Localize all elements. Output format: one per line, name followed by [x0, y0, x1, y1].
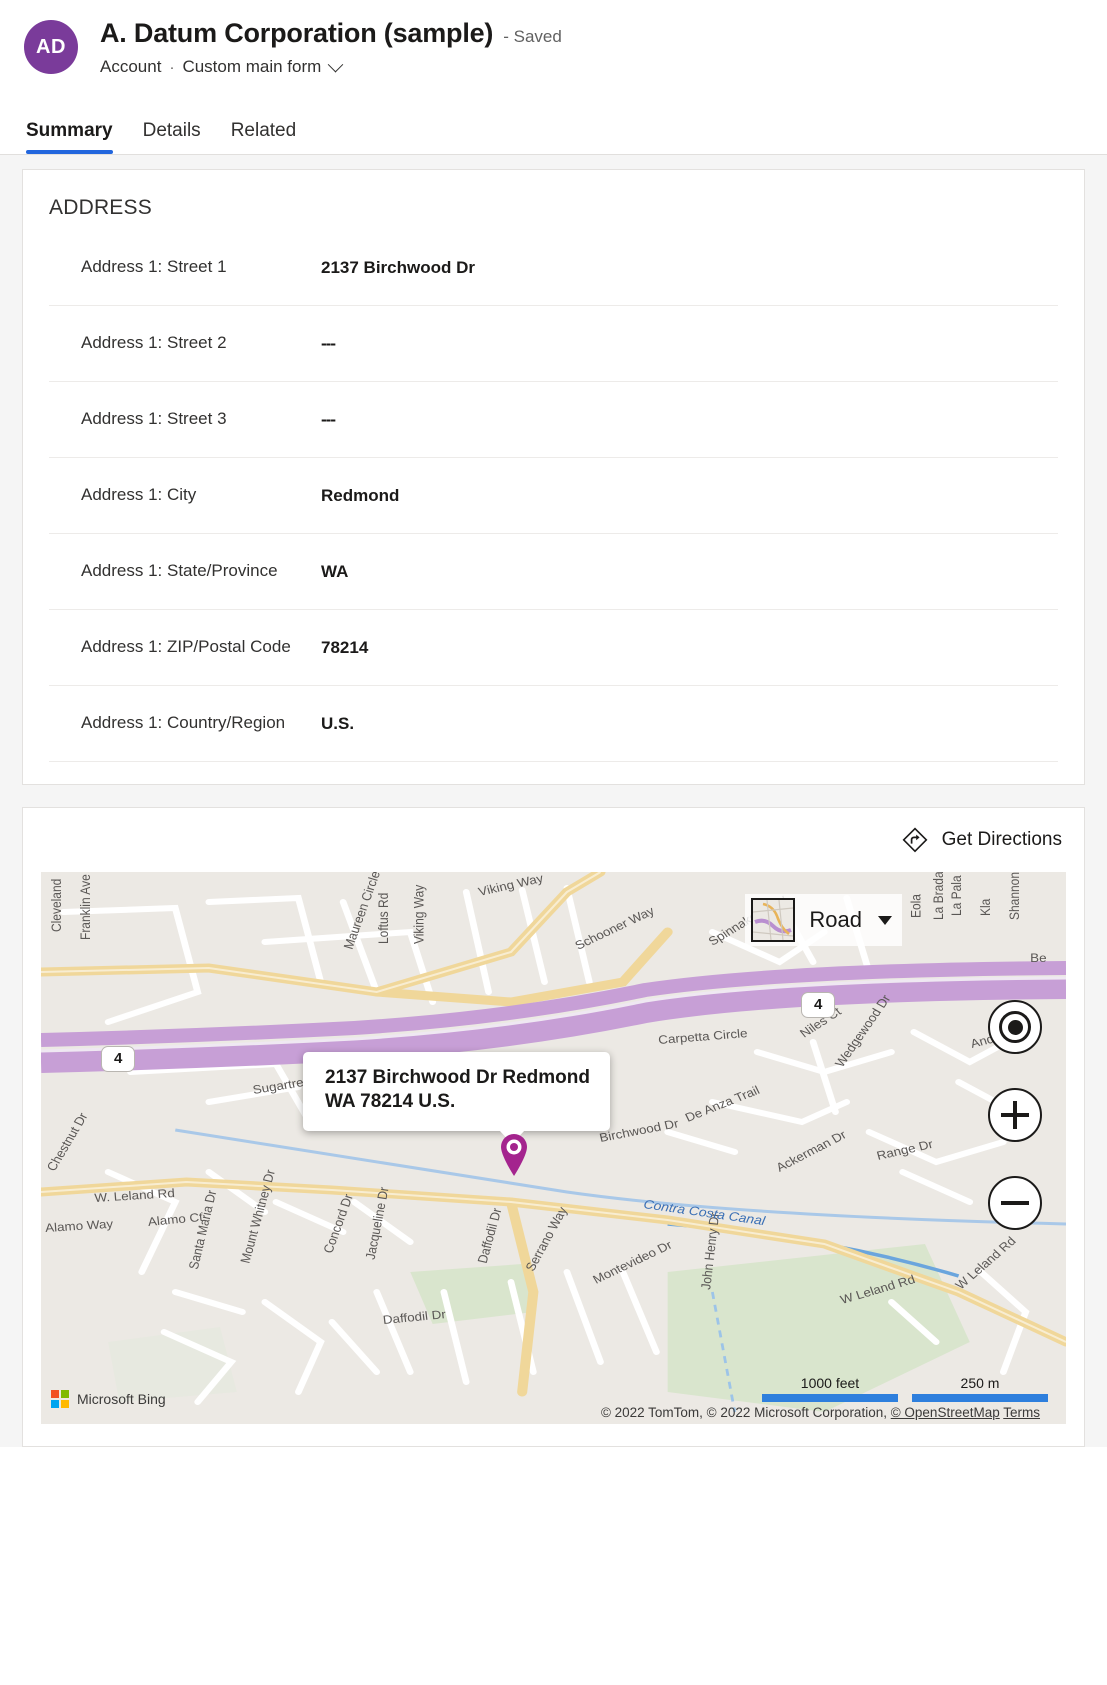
scale-feet-bar [762, 1394, 898, 1402]
attribution-osm-link[interactable]: © OpenStreetMap [891, 1405, 1000, 1420]
attribution-text: © 2022 TomTom, © 2022 Microsoft Corporat… [601, 1405, 891, 1420]
svg-text:Viking Way: Viking Way [411, 884, 427, 944]
field-row: Address 1: Street 1 2137 Birchwood Dr [49, 230, 1058, 306]
map-card: Get Directions [22, 807, 1085, 1447]
field-value-street3[interactable]: --- [321, 407, 335, 433]
svg-text:Franklin Ave: Franklin Ave [78, 874, 94, 940]
svg-text:Eola: Eola [908, 893, 924, 918]
chevron-down-icon[interactable] [878, 916, 892, 925]
section-title-address: ADDRESS [23, 170, 1084, 230]
subtitle-line: Account · Custom main form [100, 57, 562, 77]
map-thumbnail-icon [751, 898, 795, 942]
breadcrumb-separator: · [169, 59, 174, 76]
svg-text:Be: Be [1030, 951, 1046, 965]
callout-line-1: 2137 Birchwood Dr Redmond [325, 1066, 590, 1090]
field-row: Address 1: State/Province WA [49, 534, 1058, 610]
svg-text:Loftus Rd: Loftus Rd [375, 893, 391, 944]
scale-meters-bar [912, 1394, 1048, 1402]
svg-text:Cleveland: Cleveland [48, 879, 64, 932]
field-label-city: Address 1: City [49, 482, 321, 508]
map-pushpin[interactable] [494, 1130, 534, 1176]
map-callout[interactable]: 2137 Birchwood Dr Redmond WA 78214 U.S. [303, 1052, 610, 1131]
field-value-city[interactable]: Redmond [321, 483, 399, 509]
directions-icon [902, 827, 928, 853]
address-fields: Address 1: Street 1 2137 Birchwood Dr Ad… [23, 230, 1084, 784]
field-label-zip: Address 1: ZIP/Postal Code [49, 634, 321, 660]
microsoft-logo-icon [51, 1390, 69, 1408]
field-label-street1: Address 1: Street 1 [49, 254, 321, 280]
scale-meters: 250 m [912, 1375, 1048, 1402]
entity-name: Account [100, 57, 161, 77]
map-thumb-svg [753, 900, 793, 940]
attribution-terms-link[interactable]: Terms [1003, 1405, 1040, 1420]
svg-text:La Pala: La Pala [948, 874, 964, 916]
map-bottom-padding [23, 1424, 1084, 1446]
map-type-label: Road [809, 907, 862, 933]
page-title: A. Datum Corporation (sample) [100, 18, 493, 49]
map-type-selector[interactable]: Road [745, 894, 902, 946]
get-directions-button[interactable]: Get Directions [902, 827, 1062, 853]
field-value-country[interactable]: U.S. [321, 711, 354, 737]
field-value-state[interactable]: WA [321, 559, 348, 585]
minus-icon [1001, 1201, 1029, 1205]
zoom-in-button[interactable] [988, 1088, 1042, 1142]
svg-text:Kla: Kla [977, 898, 993, 916]
scale-meters-label: 250 m [912, 1375, 1048, 1391]
field-row: Address 1: Country/Region U.S. [49, 686, 1058, 762]
title-block: A. Datum Corporation (sample) - Saved Ac… [100, 16, 562, 77]
callout-line-2: WA 78214 U.S. [325, 1090, 590, 1114]
form-body: ADDRESS Address 1: Street 1 2137 Birchwo… [0, 155, 1107, 1447]
bing-logo-label: Microsoft Bing [77, 1391, 166, 1407]
save-status: - Saved [503, 27, 562, 47]
highway-shield-right: 4 [801, 992, 835, 1018]
bing-map[interactable]: Cleveland Franklin Ave Maureen Circle Lo… [41, 872, 1066, 1424]
title-row: AD A. Datum Corporation (sample) - Saved… [0, 16, 1107, 77]
form-tabs: Summary Details Related [0, 103, 1107, 155]
scale-feet-label: 1000 feet [762, 1375, 898, 1391]
field-row: Address 1: Street 2 --- [49, 306, 1058, 382]
map-attribution: © 2022 TomTom, © 2022 Microsoft Corporat… [601, 1405, 1040, 1420]
locate-icon [999, 1011, 1031, 1043]
map-canvas: Cleveland Franklin Ave Maureen Circle Lo… [41, 872, 1066, 1424]
title-line: A. Datum Corporation (sample) - Saved [100, 18, 562, 49]
tab-details[interactable]: Details [143, 120, 201, 154]
field-row: Address 1: City Redmond [49, 458, 1058, 534]
page-header: AD A. Datum Corporation (sample) - Saved… [0, 0, 1107, 155]
highway-shield-left: 4 [101, 1046, 135, 1072]
chevron-down-icon[interactable] [328, 56, 344, 72]
field-value-street2[interactable]: --- [321, 331, 335, 357]
map-scale: 1000 feet 250 m [762, 1375, 1048, 1402]
field-label-street3: Address 1: Street 3 [49, 406, 321, 432]
tab-summary[interactable]: Summary [26, 120, 113, 154]
avatar: AD [24, 20, 78, 74]
field-label-street2: Address 1: Street 2 [49, 330, 321, 356]
field-value-zip[interactable]: 78214 [321, 635, 368, 661]
field-row: Address 1: ZIP/Postal Code 78214 [49, 610, 1058, 686]
zoom-out-button[interactable] [988, 1176, 1042, 1230]
field-row: Address 1: Street 3 --- [49, 382, 1058, 458]
field-value-street1[interactable]: 2137 Birchwood Dr [321, 255, 475, 281]
map-toolbar: Get Directions [23, 808, 1084, 872]
field-label-country: Address 1: Country/Region [49, 710, 321, 736]
form-selector-label[interactable]: Custom main form [182, 57, 321, 77]
svg-text:Shannon: Shannon [1006, 872, 1022, 920]
svg-text:La Brada: La Brada [930, 872, 946, 920]
field-label-state: Address 1: State/Province [49, 558, 321, 584]
locate-button[interactable] [988, 1000, 1042, 1054]
bing-logo[interactable]: Microsoft Bing [51, 1390, 166, 1408]
scale-feet: 1000 feet [762, 1375, 898, 1402]
tab-related[interactable]: Related [231, 120, 297, 154]
address-card: ADDRESS Address 1: Street 1 2137 Birchwo… [22, 169, 1085, 785]
get-directions-label: Get Directions [942, 829, 1062, 851]
